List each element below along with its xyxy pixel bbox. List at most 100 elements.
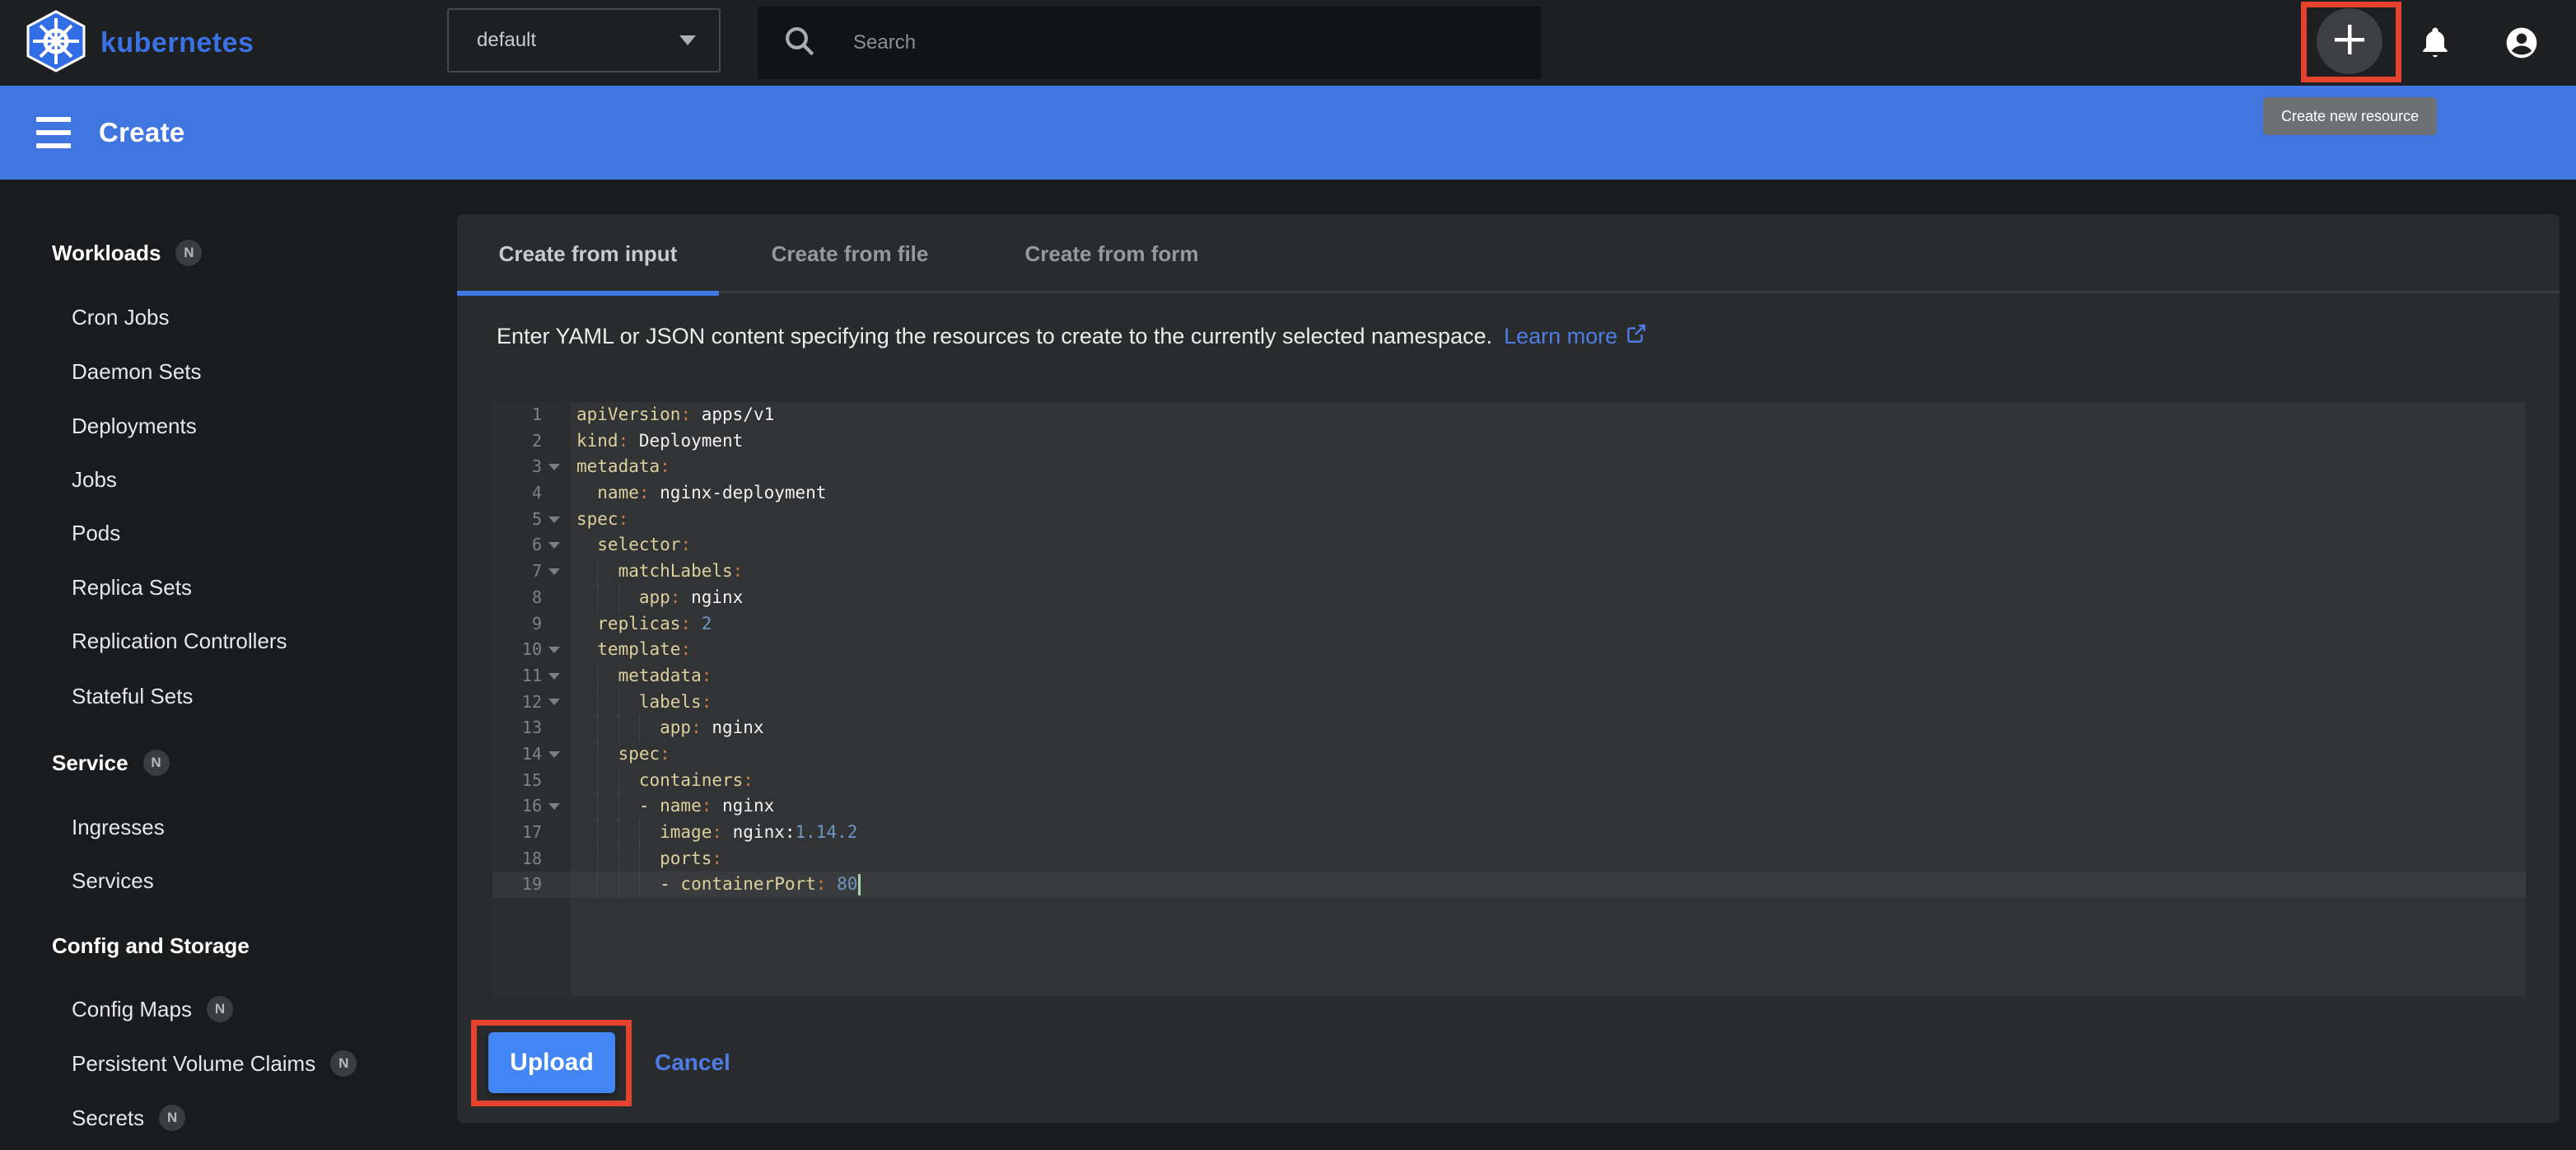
tab-bar: Create from input Create from file Create … — [457, 214, 2560, 293]
sidebar-header-label: Config and Storage — [52, 929, 250, 962]
sidebar-item-replication-controllers[interactable]: Replication Controllers — [72, 624, 287, 657]
sidebar-header-label: Service — [52, 746, 128, 779]
sidebar-item-secrets[interactable]: SecretsN — [72, 1101, 185, 1134]
sidebar-item-persistent-volume-claims[interactable]: Persistent Volume Claims N — [72, 1047, 357, 1080]
tab-create-from-form[interactable]: Create from form — [981, 214, 1243, 293]
account-icon — [2504, 50, 2540, 64]
sidebar-header-service[interactable]: Service N — [52, 746, 170, 779]
code-line: 11metadata: — [492, 663, 2526, 690]
code-line: 19- containerPort: 80 — [492, 872, 2526, 898]
notifications-button[interactable] — [2417, 25, 2453, 65]
line-number: 10 — [492, 637, 542, 663]
line-number: 19 — [492, 872, 542, 898]
sidebar-item-label: Deployments — [72, 409, 197, 442]
fold-caret-icon[interactable] — [548, 517, 560, 523]
sidebar-item-deployments[interactable]: Deployments — [72, 409, 197, 442]
code-line: 2kind: Deployment — [492, 428, 2526, 455]
tab-create-from-file[interactable]: Create from file — [719, 214, 981, 293]
namespace-selector[interactable]: default — [447, 8, 721, 72]
description-text: Enter YAML or JSON content specifying th… — [497, 324, 1492, 349]
line-number: 1 — [492, 402, 542, 428]
text-cursor — [858, 874, 861, 895]
sidebar-header-label: Workloads — [52, 236, 161, 269]
line-number: 15 — [492, 768, 542, 794]
search-input[interactable] — [853, 31, 1430, 54]
sidebar-item-config-maps[interactable]: Config Maps N — [72, 993, 233, 1026]
namespaced-badge: N — [175, 240, 202, 266]
code-line: 1apiVersion: apps/v1 — [492, 402, 2526, 428]
code-line: 7matchLabels: — [492, 559, 2526, 585]
code-line: 3metadata: — [492, 454, 2526, 480]
line-number: 13 — [492, 715, 542, 741]
fold-caret-icon[interactable] — [548, 673, 560, 680]
cancel-button[interactable]: Cancel — [655, 1032, 730, 1093]
search-bar[interactable] — [758, 7, 1541, 79]
tooltip-text: Create new resource — [2281, 108, 2419, 125]
namespace-value: default — [477, 29, 679, 52]
fold-caret-icon[interactable] — [548, 751, 560, 758]
sidebar-item-label: Config Maps — [72, 993, 192, 1026]
tab-label: Create from file — [772, 241, 929, 267]
sidebar-item-label: Replication Controllers — [72, 624, 287, 657]
sidebar-item-label: Replica Sets — [72, 571, 192, 604]
sidebar-item-label: Stateful Sets — [72, 680, 193, 713]
sidebar-item-label: Pods — [72, 517, 120, 549]
fold-caret-icon[interactable] — [548, 803, 560, 810]
line-number: 6 — [492, 532, 542, 559]
code-line: 14spec: — [492, 741, 2526, 768]
learn-more-link[interactable]: Learn more — [1504, 323, 1647, 350]
sidebar-item-daemon-sets[interactable]: Daemon Sets — [72, 355, 202, 388]
fold-caret-icon[interactable] — [548, 699, 560, 705]
line-number: 2 — [492, 428, 542, 455]
fold-caret-icon[interactable] — [548, 647, 560, 653]
line-number: 11 — [492, 663, 542, 690]
code-line: 17image: nginx:1.14.2 — [492, 820, 2526, 846]
sidebar-item-replica-sets[interactable]: Replica Sets — [72, 571, 192, 604]
sidebar-item-label: Secrets — [72, 1101, 144, 1134]
sidebar-item-ingresses[interactable]: Ingresses — [72, 811, 165, 844]
create-new-resource-button[interactable] — [2317, 8, 2382, 74]
sidebar-item-label: Ingresses — [72, 811, 165, 844]
tab-create-from-input[interactable]: Create from input — [457, 214, 719, 293]
sidebar-header-config-and-storage[interactable]: Config and Storage — [52, 929, 250, 962]
sidebar-item-label: Daemon Sets — [72, 355, 202, 388]
sidebar-item-stateful-sets[interactable]: Stateful Sets — [72, 680, 193, 713]
fold-caret-icon[interactable] — [548, 568, 560, 575]
line-number: 16 — [492, 793, 542, 820]
tab-label: Create from input — [499, 241, 678, 267]
code-line: 6selector: — [492, 532, 2526, 559]
yaml-editor[interactable]: 1apiVersion: apps/v12kind: Deployment3me… — [492, 402, 2526, 997]
namespaced-badge: N — [143, 750, 170, 776]
sidebar-item-cron-jobs[interactable]: Cron Jobs — [72, 301, 170, 334]
line-number: 14 — [492, 741, 542, 768]
line-number: 8 — [492, 585, 542, 611]
code-line: 15containers: — [492, 768, 2526, 794]
line-number: 5 — [492, 507, 542, 533]
upload-button[interactable]: Upload — [488, 1032, 615, 1093]
sidebar-item-label: Jobs — [72, 463, 117, 496]
code-line: 8app: nginx — [492, 585, 2526, 611]
sidebar-nav: Workloads N Cron Jobs Daemon Sets Deployment… — [0, 0, 457, 1150]
plus-icon — [2331, 21, 2368, 62]
fold-caret-icon[interactable] — [548, 542, 560, 549]
sidebar-item-pods[interactable]: Pods — [72, 517, 120, 549]
code-line: 18ports: — [492, 846, 2526, 872]
line-number: 12 — [492, 690, 542, 716]
line-number: 17 — [492, 820, 542, 846]
code-line: 9replicas: 2 — [492, 611, 2526, 638]
search-icon — [782, 24, 817, 63]
code-line: 12labels: — [492, 690, 2526, 716]
namespaced-badge: N — [330, 1050, 357, 1077]
sidebar-header-workloads[interactable]: Workloads N — [52, 236, 202, 269]
code-line: 5spec: — [492, 507, 2526, 533]
fold-caret-icon[interactable] — [548, 464, 560, 470]
sidebar-item-label: Cron Jobs — [72, 301, 170, 334]
line-number: 7 — [492, 559, 542, 585]
sidebar-item-jobs[interactable]: Jobs — [72, 463, 117, 496]
account-button[interactable] — [2504, 25, 2540, 65]
namespaced-badge: N — [207, 996, 233, 1022]
line-number: 3 — [492, 454, 542, 480]
sidebar-item-label: Persistent Volume Claims — [72, 1047, 315, 1080]
external-link-icon — [1626, 323, 1647, 350]
sidebar-item-services[interactable]: Services — [72, 864, 154, 897]
